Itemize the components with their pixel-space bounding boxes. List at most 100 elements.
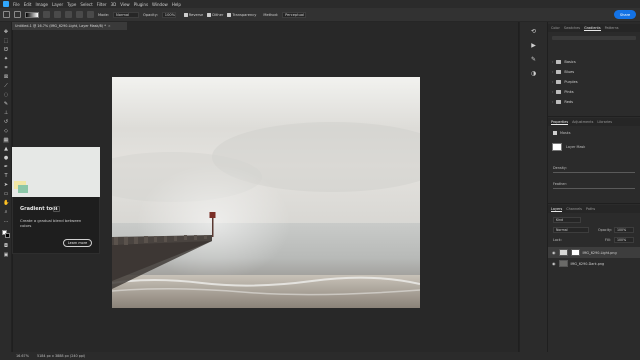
document-canvas-image[interactable] [112,77,420,308]
home-icon[interactable] [3,11,10,18]
magic-wand-tool-icon[interactable]: ✦ [3,57,9,62]
type-tool-icon[interactable]: T [3,174,9,179]
tab-paths[interactable]: Paths [586,207,595,211]
menu-edit[interactable]: Edit [24,2,32,7]
marquee-tool-icon[interactable]: ⬚ [3,39,9,44]
hand-tool-icon[interactable]: ✋ [3,201,9,206]
tooltip-shortcut-key: G [53,206,60,212]
zoom-level[interactable]: 16.67% [16,354,29,358]
mask-icon [553,131,557,135]
reflected-gradient-button[interactable] [76,11,83,18]
fill-input[interactable]: 100% [614,237,634,243]
move-tool-icon[interactable]: ✥ [3,30,9,35]
tab-channels[interactable]: Channels [566,207,582,211]
transparency-checkbox[interactable]: Transparency [227,12,256,17]
share-button[interactable]: Share [614,10,636,19]
background-color-swatch[interactable] [5,233,10,238]
actions-panel-icon[interactable]: ▶ [530,42,537,49]
blur-tool-icon[interactable]: ▲ [3,147,9,152]
angle-gradient-button[interactable] [65,11,72,18]
tab-swatches[interactable]: Swatches [564,26,580,30]
feather-slider[interactable] [553,188,635,189]
gradient-folder-basics[interactable]: › Basics [548,57,640,67]
tooltip-preview [12,147,100,197]
tab-patterns[interactable]: Patterns [605,26,619,30]
radial-gradient-button[interactable] [54,11,61,18]
mode-label: Mode: [98,12,110,17]
eye-icon[interactable]: ◉ [552,250,556,255]
path-selection-tool-icon[interactable]: ➤ [3,183,9,188]
layer-mask-thumbnail[interactable] [552,143,562,151]
mode-select[interactable]: Normal [113,11,140,18]
adjustments-panel-icon[interactable]: ◑ [530,70,537,77]
linear-gradient-button[interactable] [43,11,50,18]
shape-tool-icon[interactable]: ▭ [3,192,9,197]
layer-filter-select[interactable]: Kind [553,217,581,223]
diamond-gradient-button[interactable] [87,11,94,18]
tool-preset-icon[interactable] [14,11,21,18]
layers-panel-tabs: Layers Channels Paths [548,205,640,213]
document-tab[interactable]: Untitled-1 @ 16.7% (IMG_6290-Light, Laye… [12,22,127,30]
tab-layers[interactable]: Layers [551,207,563,212]
more-tools-icon[interactable]: … [3,219,9,224]
clone-stamp-tool-icon[interactable]: ⊥ [3,111,9,116]
eye-icon[interactable]: ◉ [552,261,556,266]
gradient-folder-purples[interactable]: › Purples [548,77,640,87]
opacity-input[interactable]: 100% [161,11,176,18]
lock-label: Lock: [553,238,562,242]
layer-row[interactable]: ◉ IMG_6290-Dark.png [548,258,640,269]
status-bar: 16.67% 5184 px x 3888 px (240 ppi) [0,352,640,360]
menu-view[interactable]: View [120,2,130,7]
reverse-checkbox[interactable]: Reverse [183,12,203,17]
dodge-tool-icon[interactable]: ● [3,156,9,161]
photoshop-logo-icon[interactable] [3,1,9,7]
close-icon[interactable]: × [108,24,111,28]
folder-icon [556,100,562,104]
crop-tool-icon[interactable]: ⌗ [3,66,9,71]
folder-label: Blues [564,70,575,74]
layer-row[interactable]: ◉ IMG_6290-Light.png [548,247,640,258]
tooltip-title: Gradient tool [20,206,58,212]
lasso-tool-icon[interactable]: ᘎ [3,48,9,53]
gradient-swatch[interactable] [25,11,39,18]
menu-image[interactable]: Image [35,2,48,7]
history-brush-tool-icon[interactable]: ↺ [3,120,9,125]
layers-opacity-input[interactable]: 100% [614,227,634,233]
dither-checkbox[interactable]: Dither [207,12,223,17]
gradient-folder-pinks[interactable]: › Pinks [548,87,640,97]
menu-filter[interactable]: Filter [97,2,107,7]
tab-color[interactable]: Color [551,26,560,30]
spot-healing-tool-icon[interactable]: ◌ [3,93,9,98]
gradient-folder-blues[interactable]: › Blues [548,67,640,77]
learn-more-button[interactable]: Learn more [63,239,92,247]
gradient-folder-reds[interactable]: › Reds [548,97,640,107]
pen-tool-icon[interactable]: ✒ [3,165,9,170]
history-panel-icon[interactable]: ⟲ [530,28,537,35]
tab-libraries[interactable]: Libraries [597,120,612,124]
quick-mask-icon[interactable]: ◘ [3,244,9,249]
eraser-tool-icon[interactable]: ◇ [3,129,9,134]
menu-3d[interactable]: 3D [111,2,117,7]
frame-tool-icon[interactable]: ⊠ [3,75,9,80]
eyedropper-tool-icon[interactable]: ⟋ [3,84,9,89]
gradient-size-slider[interactable] [552,36,636,40]
menu-plugins[interactable]: Plugins [134,2,148,7]
tab-gradients[interactable]: Gradients [584,26,601,31]
tab-properties[interactable]: Properties [551,120,569,125]
brush-settings-panel-icon[interactable]: ✎ [530,56,537,63]
method-select[interactable]: Perceptual [282,11,307,18]
swatches-panel-tabs: Color Swatches Gradients Patterns [548,24,640,32]
screen-mode-icon[interactable]: ▣ [3,253,9,258]
brush-tool-icon[interactable]: ✎ [3,102,9,107]
gradient-tool-icon[interactable]: ▦ [3,138,9,143]
density-slider[interactable] [553,172,635,173]
tab-adjustments[interactable]: Adjustments [572,120,593,124]
menu-type[interactable]: Type [67,2,76,7]
menu-window[interactable]: Window [152,2,168,7]
menu-layer[interactable]: Layer [52,2,63,7]
blend-mode-select[interactable]: Normal [553,227,589,233]
zoom-tool-icon[interactable]: ⌕ [3,210,9,215]
menu-file[interactable]: File [13,2,20,7]
menu-help[interactable]: Help [172,2,181,7]
menu-select[interactable]: Select [80,2,92,7]
